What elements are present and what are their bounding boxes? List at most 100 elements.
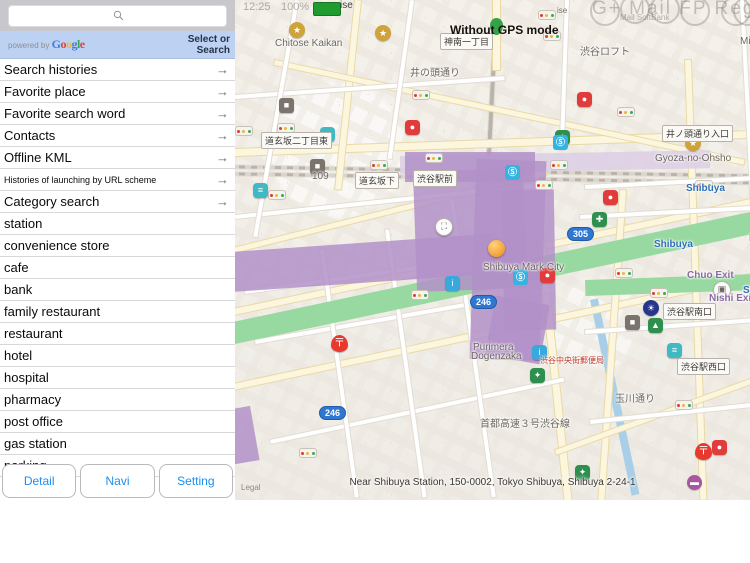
disclosure-arrow-icon: → — [216, 128, 229, 143]
traffic-signal-icon — [617, 107, 635, 117]
station-area — [501, 189, 557, 331]
restaurant-poi-icon[interactable]: ★ — [289, 22, 305, 38]
map-label: 道玄坂二丁目東 — [261, 132, 333, 149]
list-item-label: Histories of launching by URL scheme — [4, 174, 157, 185]
app-root: ★ ★ ★ ■ ■ ■ ≡ ≡ ≡ ✦ ✦ ✦ ▲ ✚ ● ● ● ● ● ● … — [0, 0, 750, 563]
list-item[interactable]: cafe — [0, 257, 235, 279]
list-item[interactable]: post office — [0, 411, 235, 433]
convenience-store-poi-icon[interactable]: ✦ — [530, 368, 545, 383]
post-office-poi-icon[interactable]: 〒 — [695, 443, 712, 460]
search-field[interactable] — [8, 4, 227, 27]
map-label: Chitose Kaikan — [275, 38, 343, 49]
select-or-search-label: Select or Search — [188, 34, 230, 56]
list-item[interactable]: restaurant — [0, 323, 235, 345]
metro-station-icon[interactable]: Ⓢ — [553, 135, 568, 150]
list-item[interactable]: hotel — [0, 345, 235, 367]
route-shield: 246 — [319, 406, 347, 420]
search-panel: powered by Google Select or Search Searc… — [0, 0, 235, 500]
pharmacy-poi-icon[interactable]: ✚ — [592, 212, 607, 227]
camera-poi-icon[interactable]: ● — [712, 440, 727, 455]
list-item[interactable]: Offline KML → — [0, 147, 235, 169]
traffic-signal-icon — [425, 153, 443, 163]
bank-poi-icon[interactable]: ≡ — [667, 343, 682, 358]
list-item-label: Contacts — [4, 128, 56, 143]
police-poi-icon[interactable]: ☀ — [643, 300, 659, 316]
list-item[interactable]: Category search → — [0, 191, 235, 213]
map-label: 井ノ頭通り入口 — [662, 125, 734, 142]
map-address-label: Near Shibuya Station, 150-0002, Tokyo Sh… — [349, 477, 636, 488]
google-logo: Google — [51, 37, 85, 51]
disclosure-arrow-icon: → — [216, 84, 229, 99]
list-item-label: hotel — [4, 348, 33, 363]
map-label: 井の頭通り — [410, 68, 460, 79]
list-item-label: pharmacy — [4, 392, 62, 407]
list-item[interactable]: gas station — [0, 433, 235, 455]
camera-poi-icon[interactable]: ● — [577, 92, 592, 107]
list-item[interactable]: Histories of launching by URL scheme → — [0, 169, 235, 191]
map-label: Miyashita Park — [740, 36, 750, 47]
disclosure-arrow-icon: → — [216, 172, 229, 187]
search-icon — [113, 10, 123, 21]
search-line: Search — [196, 45, 230, 56]
list-item[interactable]: pharmacy — [0, 389, 235, 411]
traffic-signal-icon — [550, 160, 568, 170]
building-poi-icon[interactable]: ■ — [279, 98, 294, 113]
disclosure-arrow-icon: → — [216, 62, 229, 77]
traffic-signal-icon — [370, 160, 388, 170]
restaurant-poi-icon[interactable]: ★ — [375, 25, 391, 41]
list-item[interactable]: hospital — [0, 367, 235, 389]
map-label: Shibuya — [654, 239, 693, 250]
detail-button[interactable]: Detail — [2, 463, 77, 498]
google-attribution-bar: powered by Google Select or Search — [0, 31, 235, 59]
powered-by-text: powered by — [8, 41, 50, 50]
post-office-poi-icon[interactable]: 〒 — [331, 335, 348, 352]
building-poi-icon[interactable]: ■ — [625, 315, 640, 330]
traffic-signal-icon — [411, 290, 429, 300]
traffic-signal-icon — [535, 180, 553, 190]
list-item-label: Category search — [4, 194, 100, 209]
map-label: 道玄坂下 — [355, 172, 400, 189]
list-item[interactable]: Favorite place → — [0, 81, 235, 103]
gps-mode-banner: Without GPS mode — [450, 23, 559, 37]
traffic-signal-icon — [650, 288, 668, 298]
map-label: 渋谷駅西口 — [677, 358, 731, 375]
list-item[interactable]: bank — [0, 279, 235, 301]
camera-poi-icon[interactable]: ● — [603, 190, 618, 205]
current-location-marker[interactable] — [488, 240, 505, 257]
list-item-label: restaurant — [4, 326, 63, 341]
camera-poi-icon[interactable]: ● — [405, 120, 420, 135]
park-poi-icon[interactable]: ▲ — [648, 318, 663, 333]
disclosure-arrow-icon: → — [216, 150, 229, 165]
list-item[interactable]: Favorite search word → — [0, 103, 235, 125]
list-item-label: family restaurant — [4, 304, 101, 319]
map-label: Dogenzaka — [471, 351, 522, 362]
route-shield: 305 — [567, 227, 595, 241]
setting-button[interactable]: Setting — [158, 463, 233, 498]
info-poi-icon[interactable]: i — [445, 276, 460, 291]
traffic-signal-icon — [235, 126, 253, 136]
map-label: ise — [557, 6, 568, 15]
list-item[interactable]: station — [0, 213, 235, 235]
traffic-signal-icon — [299, 448, 317, 458]
map-label: 渋谷駅前 — [413, 170, 458, 187]
bank-poi-icon[interactable]: ≡ — [253, 183, 268, 198]
traffic-signal-icon — [538, 10, 556, 20]
list-item-label: bank — [4, 282, 33, 297]
disclosure-arrow-icon: → — [216, 194, 229, 209]
metro-station-icon[interactable]: Ⓢ — [505, 165, 520, 180]
list-item-label: hospital — [4, 370, 49, 385]
list-item[interactable]: family restaurant — [0, 301, 235, 323]
map-canvas[interactable]: ★ ★ ★ ■ ■ ■ ≡ ≡ ≡ ✦ ✦ ✦ ▲ ✚ ● ● ● ● ● ● … — [235, 0, 750, 500]
list-item[interactable]: convenience store — [0, 235, 235, 257]
list-item-label: Favorite place — [4, 84, 86, 99]
route-shield: 246 — [470, 295, 498, 309]
list-item-label: station — [4, 216, 43, 231]
map-label: Shibuya Mark City — [483, 262, 565, 273]
list-item[interactable]: Contacts → — [0, 125, 235, 147]
navi-button[interactable]: Navi — [80, 463, 155, 498]
station-poi-icon[interactable]: ⛶ — [435, 218, 453, 236]
list-item[interactable]: Search histories → — [0, 59, 235, 81]
traffic-signal-icon — [412, 90, 430, 100]
map-label: 109 — [312, 171, 329, 182]
list-item-label: Offline KML — [4, 150, 72, 165]
